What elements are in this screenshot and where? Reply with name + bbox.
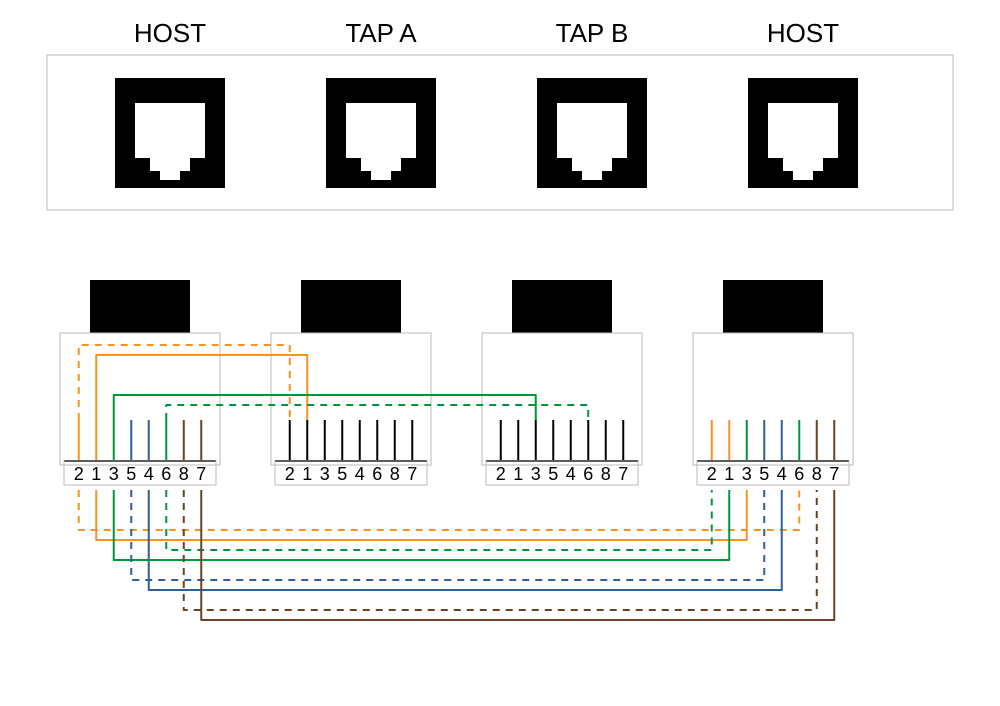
pin-label: 8 [601, 464, 611, 484]
pin-label: 7 [196, 464, 206, 484]
rj45-face-P1 [115, 78, 225, 188]
pin-label: 3 [531, 464, 541, 484]
keystone-P4: 21354687 [693, 280, 853, 485]
rj45-face-P3 [537, 78, 647, 188]
wire-P12-P46 [79, 490, 800, 530]
pin-label: 2 [285, 464, 295, 484]
pin-label: 4 [144, 464, 154, 484]
pin-label: 4 [566, 464, 576, 484]
pin-label: 6 [583, 464, 593, 484]
pin-label: 1 [302, 464, 312, 484]
port-label-P4: HOST [767, 18, 839, 48]
wire-P17-P47 [201, 490, 834, 620]
pin-label: 3 [320, 464, 330, 484]
pin-label: 8 [179, 464, 189, 484]
rj45-face-P4 [748, 78, 858, 188]
pin-label: 6 [794, 464, 804, 484]
port-label-P1: HOST [134, 18, 206, 48]
pin-label: 1 [91, 464, 101, 484]
pin-label: 2 [496, 464, 506, 484]
port-label-P3: TAP B [556, 18, 629, 48]
wiring-diagram: HOSTTAP ATAP BHOST2135468721354687213546… [0, 0, 1000, 706]
wire-P15-P45 [131, 490, 764, 580]
pin-label: 4 [777, 464, 787, 484]
pin-label: 5 [759, 464, 769, 484]
rj45-face-P2 [326, 78, 436, 188]
pin-label: 3 [109, 464, 119, 484]
pin-label: 7 [829, 464, 839, 484]
pin-label: 1 [513, 464, 523, 484]
pin-label: 7 [618, 464, 628, 484]
pin-label: 8 [812, 464, 822, 484]
pin-label: 1 [724, 464, 734, 484]
wire-P11-P43 [96, 490, 747, 540]
pin-label: 8 [390, 464, 400, 484]
pin-label: 7 [407, 464, 417, 484]
pin-label: 4 [355, 464, 365, 484]
keystone-P2: 21354687 [271, 280, 431, 485]
port-label-P2: TAP A [345, 18, 417, 48]
pin-label: 5 [337, 464, 347, 484]
pin-label: 3 [742, 464, 752, 484]
pin-label: 2 [707, 464, 717, 484]
pin-label: 2 [74, 464, 84, 484]
keystone-P1: 21354687 [60, 280, 220, 485]
pin-label: 5 [548, 464, 558, 484]
pin-label: 6 [372, 464, 382, 484]
keystone-P3: 21354687 [482, 280, 642, 485]
pin-label: 5 [126, 464, 136, 484]
pin-label: 6 [161, 464, 171, 484]
